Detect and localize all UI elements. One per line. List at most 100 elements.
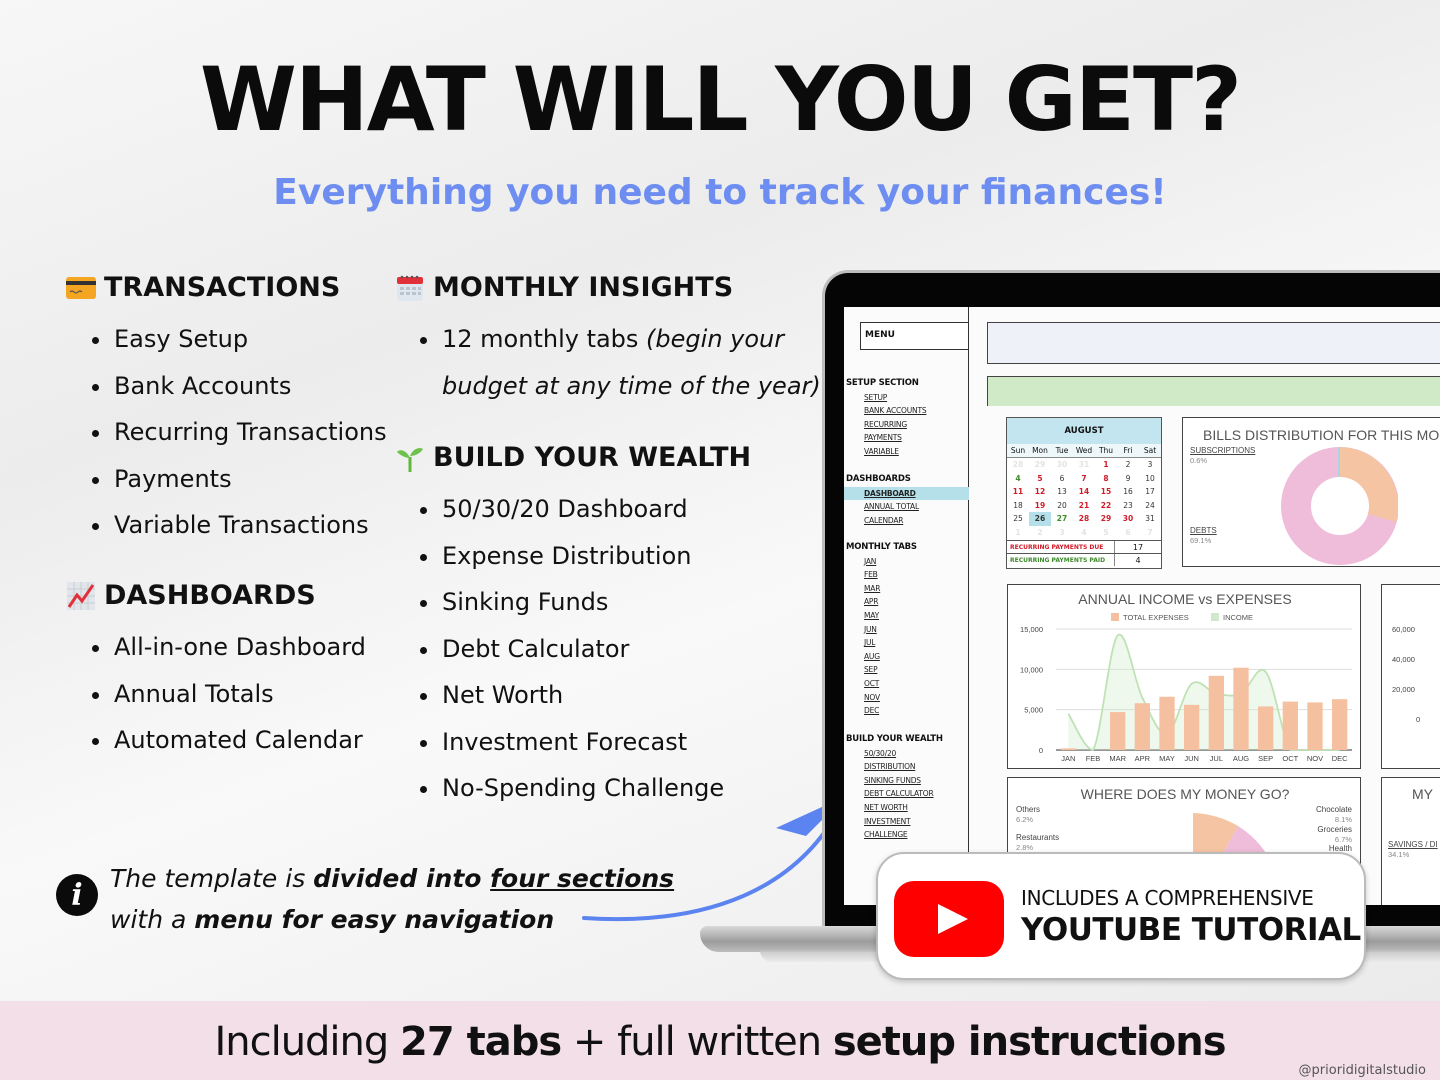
transactions-heading: TRANSACTIONS	[66, 272, 340, 303]
menu-link-mar[interactable]: MAR	[844, 582, 969, 596]
calendar-day[interactable]: 22	[1095, 499, 1117, 513]
monthly-insights-heading: MONTHLY INSIGHTS	[395, 272, 733, 303]
menu-link-annual-total[interactable]: ANNUAL TOTAL	[844, 500, 969, 514]
expense-bar	[1332, 699, 1348, 750]
calendar-day[interactable]: 18	[1007, 499, 1029, 513]
menu-label: MENU	[860, 322, 969, 350]
calendar-day[interactable]: 2	[1117, 458, 1139, 472]
calendar-day[interactable]: 2	[1029, 526, 1051, 540]
calendar-day[interactable]: 11	[1007, 485, 1029, 499]
youtube-tutorial-badge[interactable]: INCLUDES A COMPREHENSIVE YOUTUBE TUTORIA…	[876, 852, 1366, 980]
calendar-day[interactable]: 16	[1117, 485, 1139, 499]
list-item: Payments	[92, 456, 387, 503]
menu-link-apr[interactable]: APR	[844, 595, 969, 609]
calendar-day[interactable]: 30	[1117, 512, 1139, 526]
calendar-day[interactable]: 29	[1095, 512, 1117, 526]
footer-text-bold: setup instructions	[832, 1019, 1227, 1065]
legend-label: INCOME	[1223, 613, 1253, 622]
menu-link-dashboard[interactable]: DASHBOARD	[844, 486, 969, 501]
calendar-day[interactable]: 3	[1139, 458, 1161, 472]
menu-link-jan[interactable]: JAN	[844, 555, 969, 569]
menu-link-aug[interactable]: AUG	[844, 650, 969, 664]
pie-pct: 6.2%	[1016, 815, 1034, 824]
calendar-day[interactable]: 13	[1051, 485, 1073, 499]
build-wealth-title: BUILD YOUR WEALTH	[433, 442, 752, 473]
calendar-day[interactable]: 28	[1073, 512, 1095, 526]
calendar-day[interactable]: 25	[1007, 512, 1029, 526]
pie-pct: 6.7%	[1334, 835, 1352, 844]
x-tick-label: OCT	[1282, 754, 1298, 763]
menu-link-calendar[interactable]: CALENDAR	[844, 514, 969, 528]
menu-link-investment[interactable]: INVESTMENT	[844, 815, 969, 829]
calendar-day[interactable]: 6	[1117, 526, 1139, 540]
menu-link-sep[interactable]: SEP	[844, 663, 969, 677]
menu-link-setup[interactable]: SETUP	[844, 391, 969, 405]
calendar-day-today[interactable]: 26	[1029, 512, 1051, 526]
calendar-day[interactable]: 28	[1007, 458, 1029, 472]
y-tick-label: 15,000	[1020, 625, 1043, 634]
footer-banner: Including 27 tabs + full written setup i…	[0, 1001, 1440, 1080]
calendar-day[interactable]: 12	[1029, 485, 1051, 499]
calendar-day[interactable]: 21	[1073, 499, 1095, 513]
menu-link-distribution[interactable]: DISTRIBUTION	[844, 760, 969, 774]
recurring-due-row: RECURRING PAYMENTS DUE 17	[1007, 539, 1161, 553]
menu-link-recurring[interactable]: RECURRING	[844, 418, 969, 432]
menu-group-monthly: MONTHLY TABS JAN FEB MAR APR MAY JUN JUL…	[844, 541, 969, 718]
menu-link-feb[interactable]: FEB	[844, 568, 969, 582]
calendar-day[interactable]: 31	[1139, 512, 1161, 526]
axis-tick-label: 20,000	[1392, 685, 1415, 694]
calendar-day[interactable]: 23	[1117, 499, 1139, 513]
calendar-day[interactable]: 7	[1139, 526, 1161, 540]
calendar-day[interactable]: 27	[1051, 512, 1073, 526]
menu-link-debt-calculator[interactable]: DEBT CALCULATOR	[844, 787, 969, 801]
x-tick-label: FEB	[1086, 754, 1101, 763]
calendar-day[interactable]: 14	[1073, 485, 1095, 499]
menu-link-variable[interactable]: VARIABLE	[844, 445, 969, 459]
calendar-day[interactable]: 29	[1029, 458, 1051, 472]
menu-link-challenge[interactable]: CHALLENGE	[844, 828, 969, 842]
calendar-day[interactable]: 9	[1117, 472, 1139, 486]
build-wealth-list: 50/30/20 Dashboard Expense Distribution …	[420, 486, 724, 812]
calendar-day[interactable]: 7	[1073, 472, 1095, 486]
calendar-day[interactable]: 5	[1095, 526, 1117, 540]
youtube-badge-line1: INCLUDES A COMPREHENSIVE	[1021, 886, 1314, 910]
list-item: Debt Calculator	[420, 626, 724, 673]
menu-link-nov[interactable]: NOV	[844, 691, 969, 705]
calendar-day[interactable]: 17	[1139, 485, 1161, 499]
menu-link-oct[interactable]: OCT	[844, 677, 969, 691]
calendar-day[interactable]: 3	[1051, 526, 1073, 540]
menu-link-jul[interactable]: JUL	[844, 636, 969, 650]
calendar-day[interactable]: 8	[1095, 472, 1117, 486]
calendar-day[interactable]: 4	[1073, 526, 1095, 540]
pie-label: Chocolate	[1315, 805, 1352, 814]
x-tick-label: JUN	[1184, 754, 1199, 763]
menu-link-dec[interactable]: DEC	[844, 704, 969, 718]
calendar-day[interactable]: 19	[1029, 499, 1051, 513]
menu-link-sinking-funds[interactable]: SINKING FUNDS	[844, 774, 969, 788]
calendar-day[interactable]: 1	[1095, 458, 1117, 472]
menu-link-payments[interactable]: PAYMENTS	[844, 431, 969, 445]
calendar-day[interactable]: 4	[1007, 472, 1029, 486]
calendar-day[interactable]: 20	[1051, 499, 1073, 513]
calendar-day[interactable]: 5	[1029, 472, 1051, 486]
weekday-label: Tue	[1055, 446, 1069, 455]
menu-sidebar: MENU SETUP SECTION SETUP BANK ACCOUNTS R…	[844, 307, 969, 905]
menu-link-may[interactable]: MAY	[844, 609, 969, 623]
pie-pct: 8.1%	[1334, 815, 1352, 824]
menu-link-bank-accounts[interactable]: BANK ACCOUNTS	[844, 404, 969, 418]
menu-link-503020[interactable]: 50/30/20	[844, 747, 969, 761]
calendar-day[interactable]: 6	[1051, 472, 1073, 486]
menu-group-wealth: BUILD YOUR WEALTH 50/30/20 DISTRIBUTION …	[844, 733, 969, 842]
info-text-bold: menu for easy navigation	[194, 905, 555, 934]
calendar-day[interactable]: 1	[1007, 526, 1029, 540]
calendar-days: 28 29 30 31 1 2 3 4 5 6 7 8 9 10 11 12 13 14 15 16 17 18 19 20 2…	[1007, 458, 1161, 540]
calendar-day[interactable]: 31	[1073, 458, 1095, 472]
calendar-day[interactable]: 24	[1139, 499, 1161, 513]
menu-link-jun[interactable]: JUN	[844, 623, 969, 637]
calendar-day[interactable]: 15	[1095, 485, 1117, 499]
calendar-day[interactable]: 10	[1139, 472, 1161, 486]
menu-link-net-worth[interactable]: NET WORTH	[844, 801, 969, 815]
menu-group-title: MONTHLY TABS	[846, 542, 917, 552]
calendar-widget: AUGUST Sun Mon Tue Wed Thu Fri Sat 28 29 30 31 1 2 3…	[1006, 417, 1162, 569]
calendar-day[interactable]: 30	[1051, 458, 1073, 472]
